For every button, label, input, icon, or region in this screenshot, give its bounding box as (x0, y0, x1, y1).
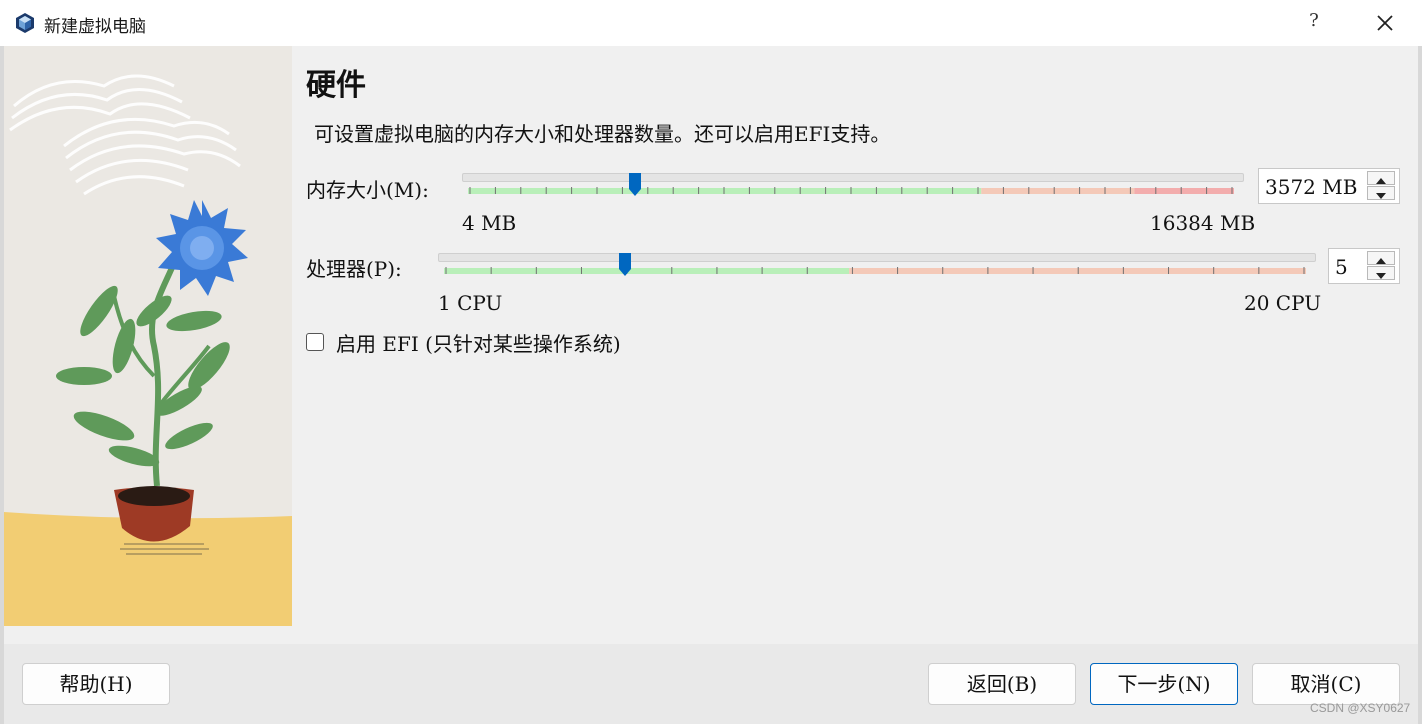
processor-value[interactable]: 5 (1335, 255, 1348, 279)
memory-safe-range (468, 188, 982, 194)
virtualbox-icon (16, 13, 34, 33)
title-bar[interactable]: 新建虚拟电脑 ? (0, 0, 1422, 47)
page-title: 硬件 (306, 68, 366, 103)
window-title: 新建虚拟电脑 (44, 17, 146, 37)
help-button[interactable]: 帮助(H) (22, 663, 170, 705)
memory-max-label: 16384 MB (1150, 211, 1256, 235)
close-icon[interactable] (1372, 10, 1398, 36)
memory-min-label: 4 MB (462, 211, 517, 235)
processor-label: 处理器(P): (306, 257, 402, 281)
efi-checkbox[interactable] (306, 333, 324, 351)
memory-slider-scale (468, 187, 1234, 194)
efi-checkbox-label[interactable]: 启用 EFI (只针对某些操作系统) (336, 328, 621, 357)
cancel-button[interactable]: 取消(C) (1252, 663, 1400, 705)
watermark: CSDN @XSY0627 (1310, 701, 1411, 715)
flower-pot-image (4, 46, 292, 626)
memory-spinbox[interactable]: 3572 MB (1258, 168, 1400, 204)
window-border-right (1418, 46, 1422, 724)
memory-increase-button[interactable] (1367, 171, 1395, 185)
wizard-illustration (4, 46, 292, 626)
processor-min-label: 1 CPU (438, 291, 503, 315)
processor-decrease-button[interactable] (1367, 266, 1395, 280)
back-button[interactable]: 返回(B) (928, 663, 1076, 705)
memory-value[interactable]: 3572 MB (1265, 175, 1357, 199)
memory-slider-handle[interactable] (628, 172, 642, 198)
memory-label: 内存大小(M): (306, 178, 429, 202)
memory-danger-range (1134, 188, 1234, 194)
page-description: 可设置虚拟电脑的内存大小和处理器数量。还可以启用EFI支持。 (314, 122, 891, 146)
processor-spinbox[interactable]: 5 (1328, 248, 1400, 284)
processor-max-label: 20 CPU (1244, 291, 1322, 315)
chevron-down-icon (1376, 273, 1386, 279)
processor-slider-scale (444, 267, 1306, 274)
memory-slider[interactable] (460, 172, 1246, 202)
new-vm-dialog: 新建虚拟电脑 ? 硬件 可设置虚拟电脑的内存大小和处理器数量。还可以启用EFI支… (0, 0, 1422, 724)
next-button[interactable]: 下一步(N) (1090, 663, 1238, 705)
memory-decrease-button[interactable] (1367, 186, 1395, 200)
processor-safe-range (444, 268, 850, 274)
processor-slider[interactable] (436, 252, 1318, 282)
help-icon[interactable]: ? (1304, 10, 1324, 34)
button-bar: 帮助(H) 返回(B) 下一步(N) 取消(C) CSDN @XSY0627 (4, 644, 1418, 724)
processor-increase-button[interactable] (1367, 251, 1395, 265)
chevron-down-icon (1376, 193, 1386, 199)
memory-warning-range (981, 188, 1135, 194)
processor-slider-handle[interactable] (618, 252, 632, 278)
hardware-page: 硬件 可设置虚拟电脑的内存大小和处理器数量。还可以启用EFI支持。 内存大小(M… (292, 46, 1418, 644)
processor-warning-range (849, 268, 1306, 274)
